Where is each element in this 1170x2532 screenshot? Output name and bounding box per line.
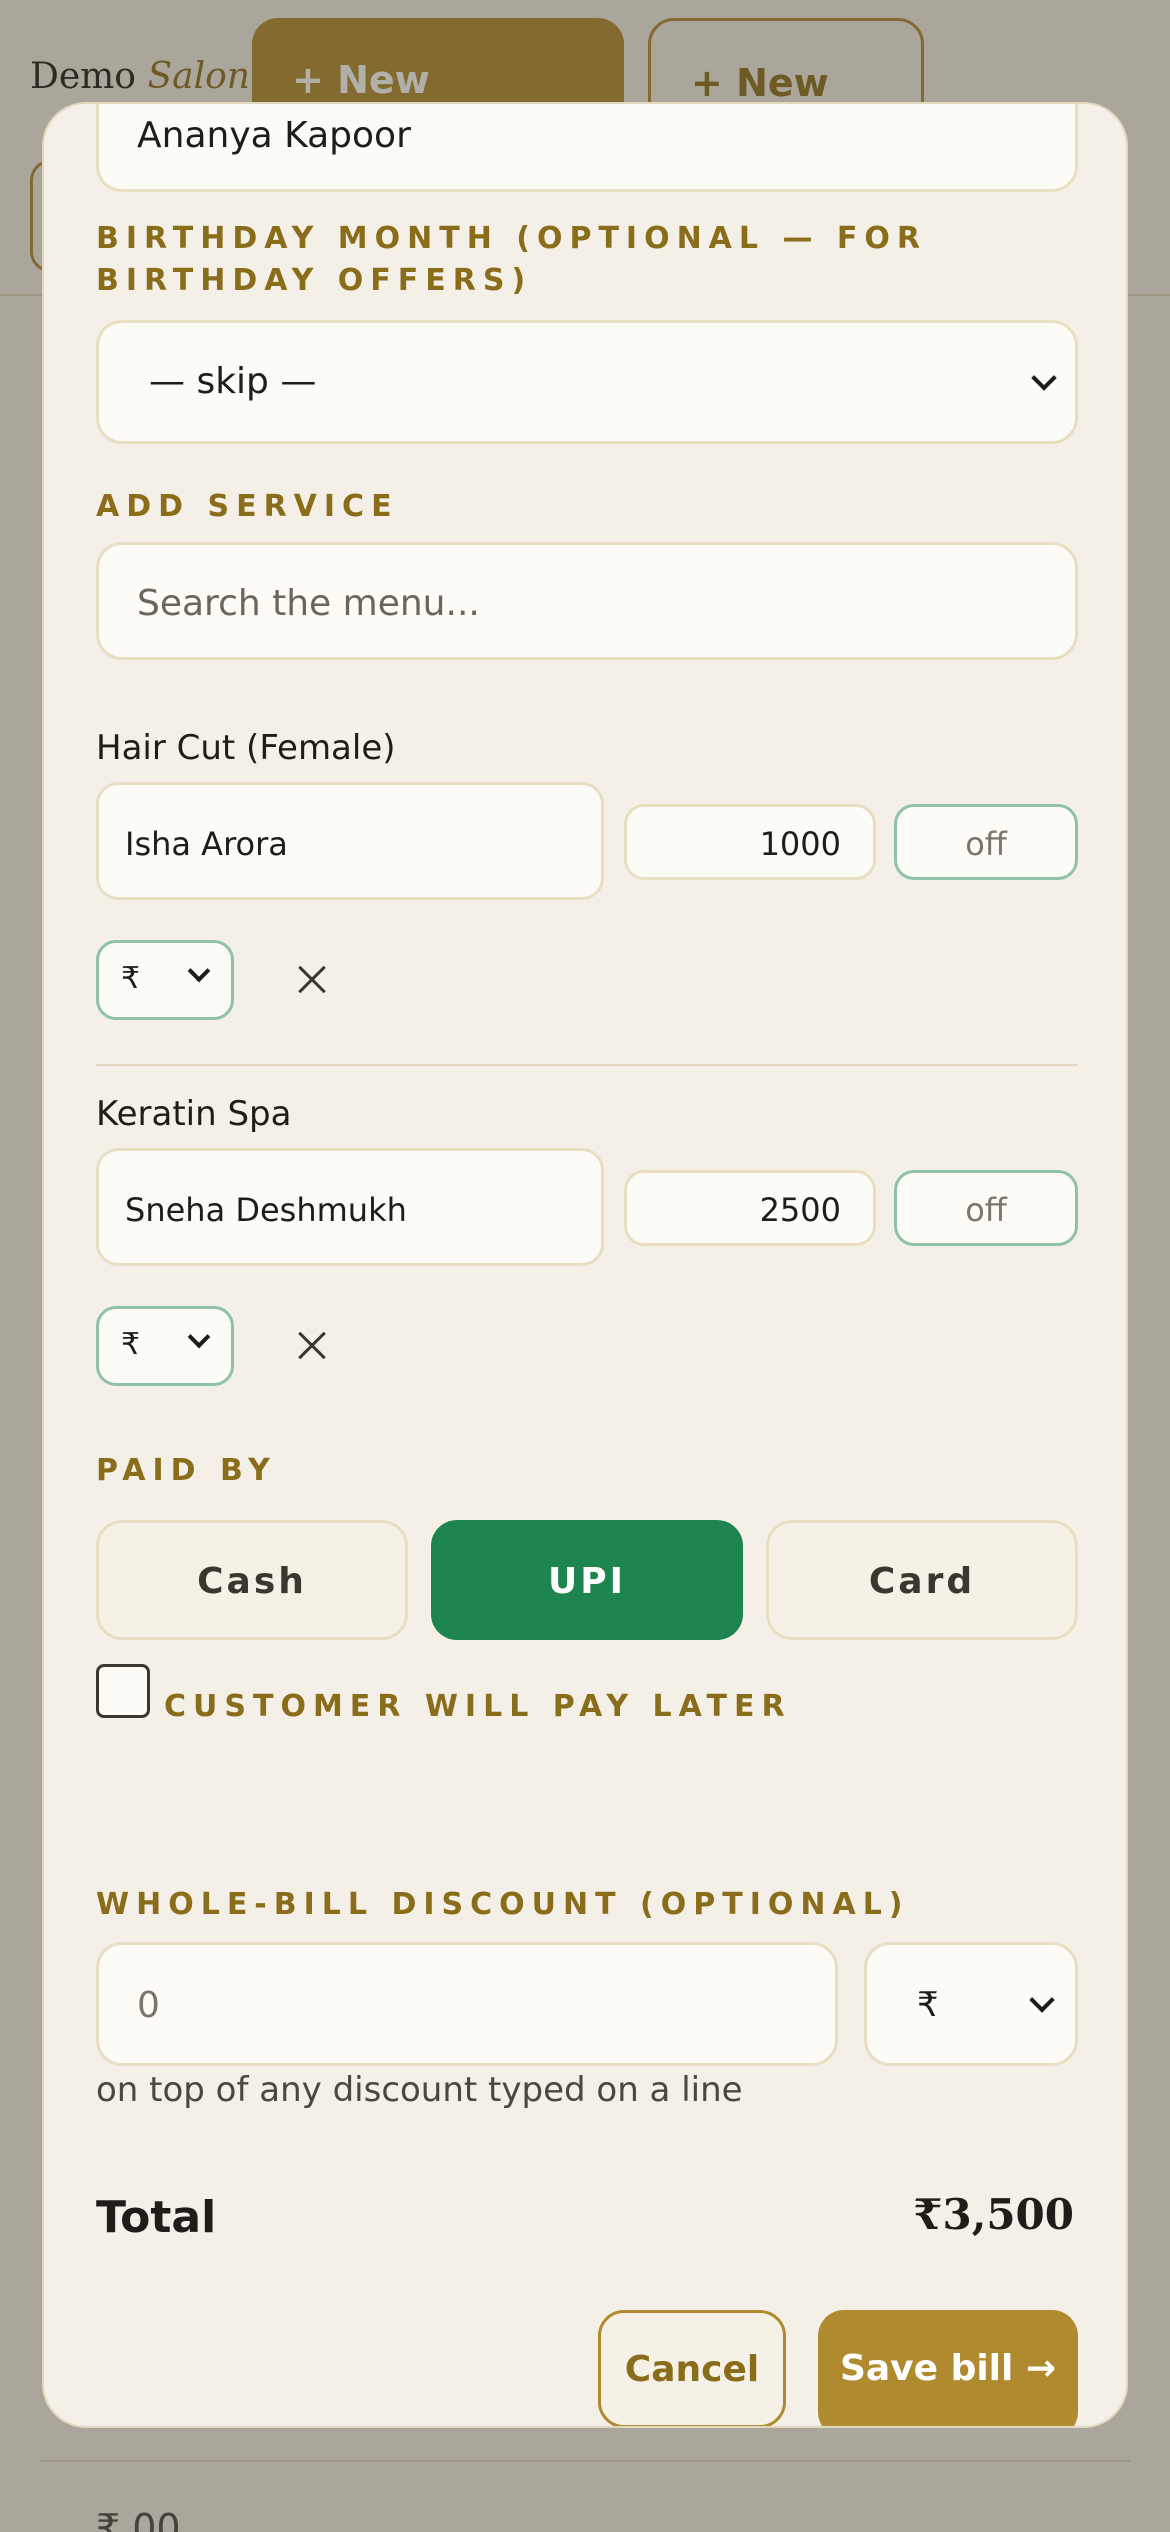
discount-unit-value: ₹ (917, 1985, 939, 2025)
new-bill-modal: Ananya Kapoor BIRTHDAY MONTH (OPTIONAL —… (42, 102, 1128, 2428)
discount-unit-value: ₹ (121, 961, 141, 996)
pay-later-checkbox[interactable] (96, 1664, 150, 1718)
chevron-down-icon (1029, 1987, 1055, 2013)
price-input[interactable]: 1000 (624, 804, 876, 880)
remove-line-icon[interactable] (292, 960, 332, 1000)
pay-upi-button[interactable]: UPI (431, 1520, 743, 1640)
whole-bill-discount-input[interactable]: 0 (96, 1942, 838, 2066)
birthday-month-select[interactable]: — skip — (96, 320, 1078, 444)
total-label: Total (96, 2192, 217, 2243)
chevron-down-icon (187, 1325, 211, 1349)
chevron-down-icon (187, 959, 211, 983)
cancel-button[interactable]: Cancel (598, 2310, 786, 2426)
customer-name-field[interactable]: Ananya Kapoor (96, 104, 1078, 192)
remove-line-icon[interactable] (292, 1326, 332, 1366)
chevron-down-icon (1031, 365, 1057, 391)
save-bill-button[interactable]: Save bill → (818, 2310, 1078, 2426)
whole-bill-discount-unit-select[interactable]: ₹ (864, 1942, 1078, 2066)
birthday-month-label: BIRTHDAY MONTH (OPTIONAL — FOR BIRTHDAY … (96, 221, 928, 298)
birthday-month-value: — skip — (149, 361, 317, 402)
pay-cash-button[interactable]: Cash (96, 1520, 408, 1640)
line-discount-input[interactable]: off (894, 1170, 1078, 1246)
discount-unit-select[interactable]: ₹ (96, 940, 234, 1020)
staff-select[interactable]: Isha Arora (96, 782, 604, 900)
discount-unit-select[interactable]: ₹ (96, 1306, 234, 1386)
pay-card-button[interactable]: Card (766, 1520, 1078, 1640)
pay-later-label: CUSTOMER WILL PAY LATER (164, 1689, 792, 1724)
service-name: Keratin Spa (96, 1094, 292, 1134)
line-discount-input[interactable]: off (894, 804, 1078, 880)
whole-bill-discount-label: WHOLE-BILL DISCOUNT (OPTIONAL) (96, 1887, 910, 1922)
price-input[interactable]: 2500 (624, 1170, 876, 1246)
service-name: Hair Cut (Female) (96, 728, 396, 768)
discount-unit-value: ₹ (121, 1327, 141, 1362)
line-divider (96, 1064, 1078, 1066)
staff-select[interactable]: Sneha Deshmukh (96, 1148, 604, 1266)
total-value: ₹3,500 (913, 2190, 1074, 2239)
discount-hint: on top of any discount typed on a line (96, 2070, 743, 2110)
service-search-input[interactable]: Search the menu... (96, 542, 1078, 660)
paid-by-label: PAID BY (96, 1453, 277, 1488)
add-service-label: ADD SERVICE (96, 489, 399, 524)
